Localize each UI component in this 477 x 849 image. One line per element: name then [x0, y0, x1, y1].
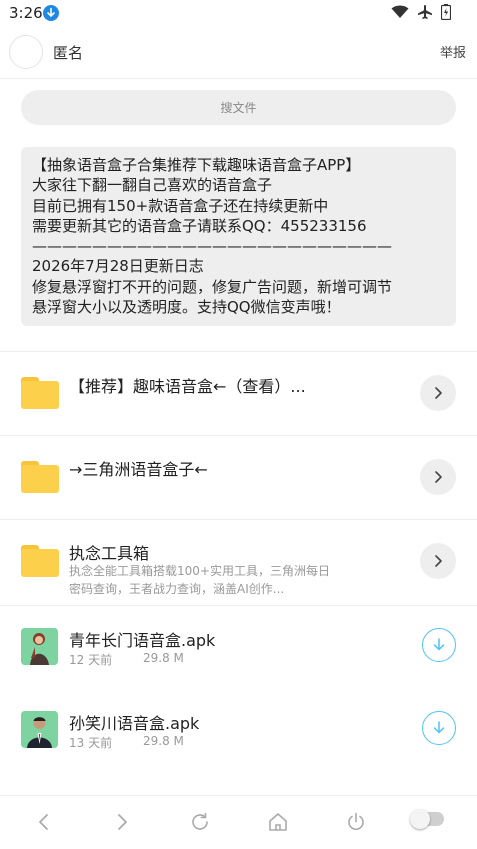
open-folder-button[interactable] [420, 459, 456, 495]
status-bar: 3:26 [0, 0, 477, 26]
toggle-switch[interactable] [410, 809, 444, 829]
report-button[interactable]: 举报 [440, 42, 466, 61]
search-placeholder: 搜文件 [220, 101, 257, 115]
download-icon [433, 638, 445, 651]
notice-line: 2026年7月28日更新日志 [32, 257, 204, 276]
power-icon [348, 812, 364, 830]
chevron-right-icon [118, 814, 127, 830]
folder-icon [21, 545, 59, 577]
battery-icon [441, 4, 451, 20]
bottom-toolbar [0, 795, 477, 849]
notice-card: 【抽象语音盒子合集推荐下载趣味语音盒子APP】 大家往下翻一翻自己喜欢的语音盒子… [21, 147, 456, 326]
app-icon [21, 711, 58, 748]
chevron-right-icon [435, 387, 442, 399]
file-row[interactable]: 青年长门语音盒.apk 12 天前 29.8 M [0, 605, 477, 690]
notice-line: 目前已拥有150+款语音盒子还在持续更新中 [32, 196, 329, 215]
folder-title: 【推荐】趣味语音盒←（查看）... [69, 377, 306, 396]
home-icon [269, 813, 287, 831]
power-button[interactable] [344, 810, 368, 834]
file-size: 29.8 M [143, 734, 184, 748]
status-time: 3:26 [9, 4, 43, 22]
download-icon [433, 721, 445, 734]
chevron-right-icon [435, 471, 442, 483]
folder-row[interactable]: →三角洲语音盒子← [0, 435, 477, 520]
file-row[interactable]: 孙笑川语音盒.apk 13 天前 29.8 M [0, 689, 477, 773]
file-size: 29.8 M [143, 651, 184, 665]
file-date: 12 天前 [69, 653, 113, 667]
folder-title: 执念工具箱 [69, 544, 150, 563]
notice-line: 修复悬浮窗打不开的问题，修复广告问题，新增可调节 [32, 277, 393, 296]
folder-row[interactable]: 【推荐】趣味语音盒←（查看）... [0, 351, 477, 436]
forward-button[interactable] [110, 810, 134, 834]
user-name: 匿名 [53, 44, 84, 62]
toggle-knob [410, 809, 430, 829]
header: 匿名 举报 [0, 26, 477, 79]
folder-description: 执念全能工具箱搭载100+实用工具，三角洲每日密码查询，王者战力查询，涵盖AI创… [69, 564, 330, 596]
file-name: 青年长门语音盒.apk [69, 631, 216, 650]
folder-icon [21, 377, 59, 409]
home-button[interactable] [266, 810, 290, 834]
notice-line: ———————————————————————— [32, 237, 392, 256]
airplane-mode-icon [417, 4, 433, 20]
folder-row[interactable]: 执念工具箱 执念全能工具箱搭载100+实用工具，三角洲每日密码查询，王者战力查询… [0, 519, 477, 606]
file-date: 13 天前 [69, 736, 113, 750]
search-input[interactable]: 搜文件 [21, 90, 456, 125]
notice-line: 需要更新其它的语音盒子请联系QQ：455233156 [32, 216, 367, 235]
refresh-button[interactable] [188, 810, 212, 834]
back-button[interactable] [32, 810, 56, 834]
notice-line: 悬浮窗大小以及透明度。支持QQ微信变声哦！ [32, 298, 341, 317]
notice-line: 【抽象语音盒子合集推荐下载趣味语音盒子APP】 [32, 156, 361, 174]
wifi-icon [391, 5, 409, 19]
download-button[interactable] [422, 711, 456, 745]
app-icon [21, 628, 58, 665]
open-folder-button[interactable] [420, 375, 456, 411]
download-button[interactable] [422, 628, 456, 662]
chevron-left-icon [39, 814, 48, 830]
open-folder-button[interactable] [420, 543, 456, 579]
notice-line: 大家往下翻一翻自己喜欢的语音盒子 [32, 176, 273, 195]
folder-title: →三角洲语音盒子← [69, 460, 208, 479]
refresh-icon [192, 812, 208, 830]
status-icons [391, 4, 451, 20]
download-notification-icon [43, 5, 59, 21]
chevron-right-icon [435, 555, 442, 567]
folder-icon [21, 461, 59, 493]
avatar[interactable] [9, 35, 43, 69]
file-name: 孙笑川语音盒.apk [69, 714, 200, 733]
